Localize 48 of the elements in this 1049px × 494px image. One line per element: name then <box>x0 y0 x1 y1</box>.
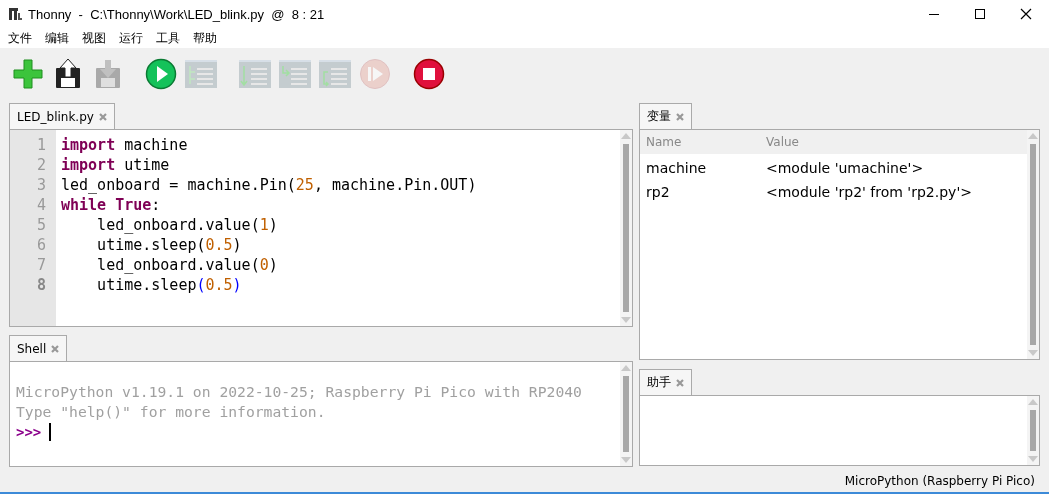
table-cell-text: <module 'umachine'> <box>766 160 925 176</box>
table-cell-text: machine <box>646 160 708 176</box>
window-title: Thonny - C:\Thonny\Work\LED_blink.py @ 8 : 21 <box>28 6 326 22</box>
text-cursor <box>49 423 52 441</box>
shell-output: MicroPython v1.19.1 on 2022-10-25; Raspberry Pi Pico with RP2040 <box>16 382 583 402</box>
line-number: 4 <box>35 196 47 216</box>
code-line: led_onboard.value(0) <box>96 256 279 276</box>
play-icon[interactable] <box>145 58 177 90</box>
line-number: 3 <box>35 176 47 196</box>
menu-item[interactable]: 编辑 <box>39 29 75 47</box>
shell-prompt: >>> <box>16 424 42 440</box>
app-logo-icon <box>8 7 22 21</box>
scrollbar[interactable] <box>1027 130 1039 359</box>
code-line: utime.sleep(0.5) <box>96 276 243 296</box>
code-line: while True: <box>61 196 162 216</box>
line-number: 8 <box>35 276 47 296</box>
interpreter-label[interactable]: MicroPython (Raspberry Pi Pico) <box>844 474 1035 488</box>
code-line: led_onboard = machine.Pin(25, machine.Pin.OUT) <box>61 176 478 196</box>
column-header: Value <box>766 135 800 149</box>
stop-icon[interactable] <box>413 58 445 90</box>
shell-output: Type "help()" for more information. <box>16 402 327 422</box>
panel-tab[interactable]: 变量 <box>639 103 692 129</box>
scrollbar[interactable] <box>1027 396 1039 465</box>
line-number: 2 <box>35 156 47 176</box>
code-line: led_onboard.value(1) <box>96 216 279 236</box>
scrollbar[interactable] <box>620 130 632 326</box>
line-number: 6 <box>35 236 47 256</box>
panel-tab[interactable]: LED_blink.py <box>9 103 115 129</box>
scrollbar[interactable] <box>620 362 632 466</box>
menu-item[interactable]: 文件 <box>2 29 38 47</box>
plus-icon[interactable] <box>12 58 44 90</box>
maximize-icon[interactable] <box>973 7 987 21</box>
column-header: Name <box>646 135 683 149</box>
line-number: 1 <box>35 136 47 156</box>
code-line: utime.sleep(0.5) <box>96 236 243 256</box>
panel-tab[interactable]: Shell <box>9 335 68 361</box>
menu-item[interactable]: 视图 <box>76 29 112 47</box>
code-line: import machine <box>61 136 189 156</box>
close-icon[interactable] <box>1019 7 1033 21</box>
table-cell-text: rp2 <box>646 184 671 200</box>
menu-item[interactable]: 帮助 <box>187 29 223 47</box>
menu-item[interactable]: 工具 <box>150 29 186 47</box>
line-number: 5 <box>35 216 47 236</box>
menu-item[interactable]: 运行 <box>113 29 149 47</box>
table-cell-text: <module 'rp2' from 'rp2.py'> <box>766 184 973 200</box>
line-number: 7 <box>35 256 47 276</box>
panel-tab[interactable]: 助手 <box>639 369 692 395</box>
code-line: import utime <box>61 156 171 176</box>
